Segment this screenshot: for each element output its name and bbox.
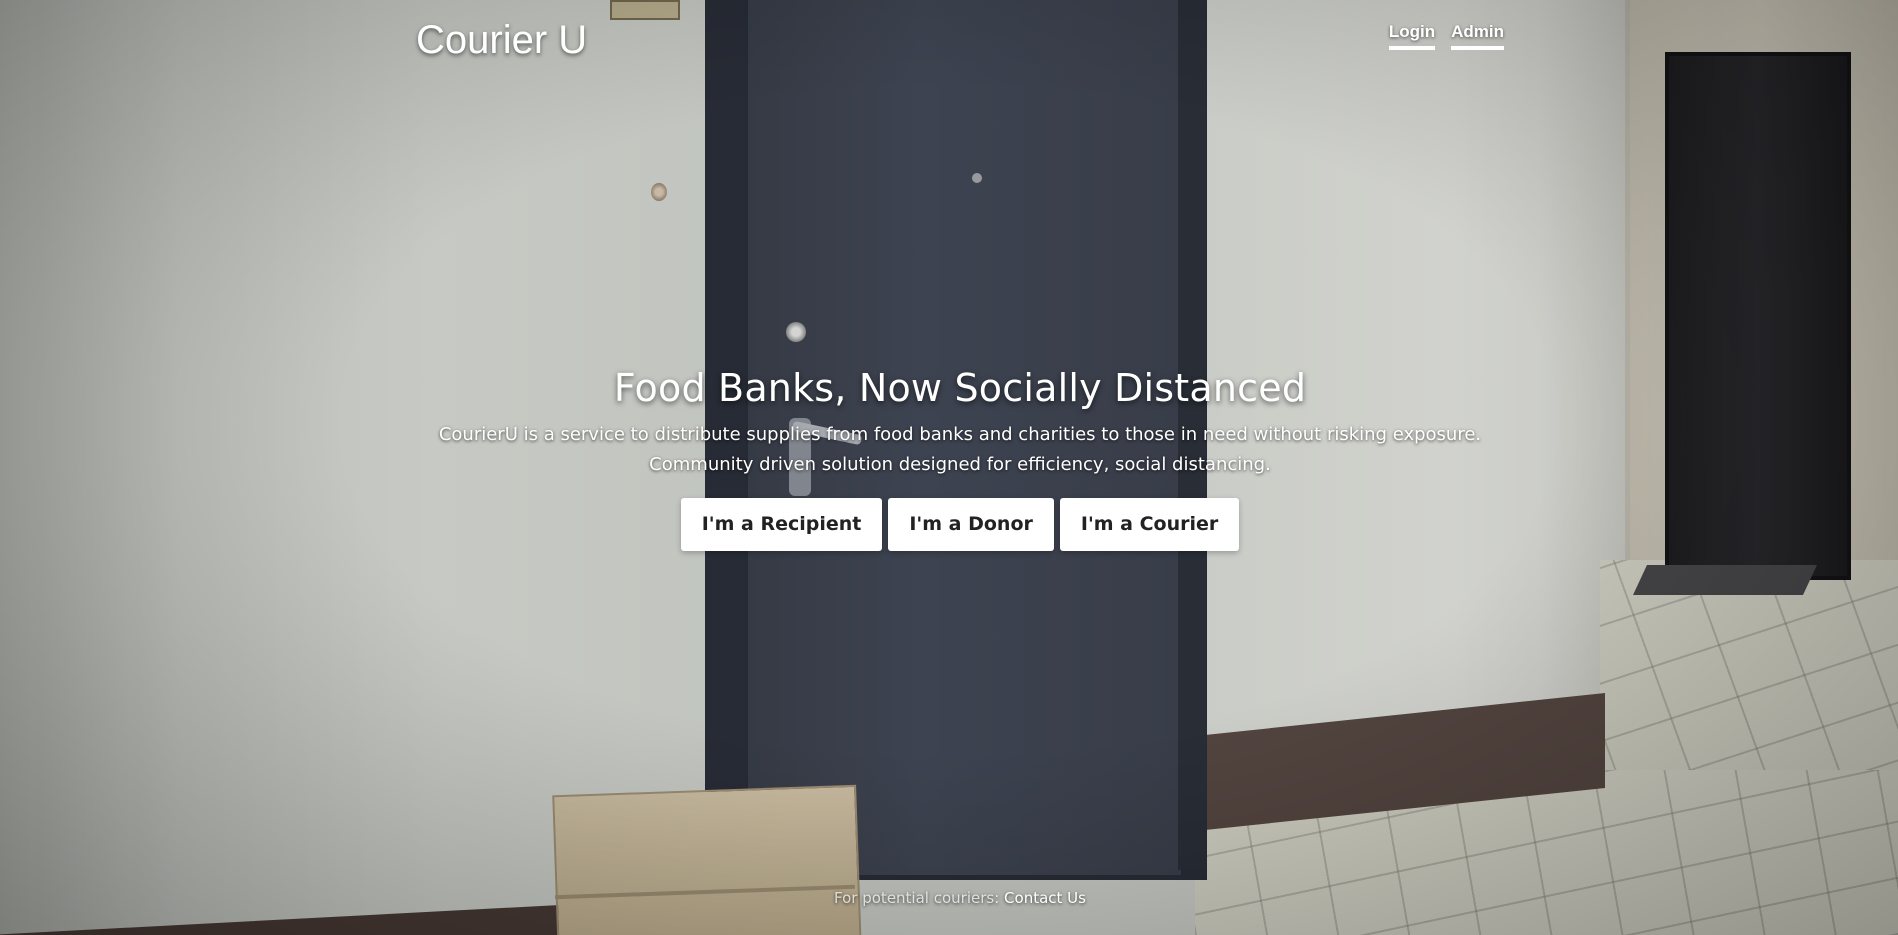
recipient-button[interactable]: I'm a Recipient [680, 498, 883, 551]
contact-us-link[interactable]: Contact Us [1004, 889, 1086, 907]
hero-description-line-2: Community driven solution designed for e… [649, 454, 1271, 475]
footer-label: For potential couriers: [834, 889, 1000, 907]
nav-login-link[interactable]: Login [1388, 22, 1436, 50]
courier-button[interactable]: I'm a Courier [1059, 498, 1240, 551]
role-button-group: I'm a Recipient I'm a Donor I'm a Courie… [0, 498, 1898, 551]
top-nav: Login Admin [1388, 22, 1504, 50]
brand-logo[interactable]: Courier U [416, 18, 587, 63]
hero-title: Food Banks, Now Socially Distanced [613, 366, 1307, 410]
nav-admin-link[interactable]: Admin [1451, 22, 1504, 50]
landing-page: Courier U Login Admin Food Banks, Now So… [0, 0, 1898, 935]
hero-description: CourierU is a service to distribute supp… [0, 420, 1898, 480]
hero-description-line-1: CourierU is a service to distribute supp… [438, 424, 1482, 445]
donor-button[interactable]: I'm a Donor [888, 498, 1054, 551]
hero-section: Food Banks, Now Socially Distanced Couri… [0, 366, 1898, 551]
footer: For potential couriers: Contact Us [0, 889, 1898, 907]
